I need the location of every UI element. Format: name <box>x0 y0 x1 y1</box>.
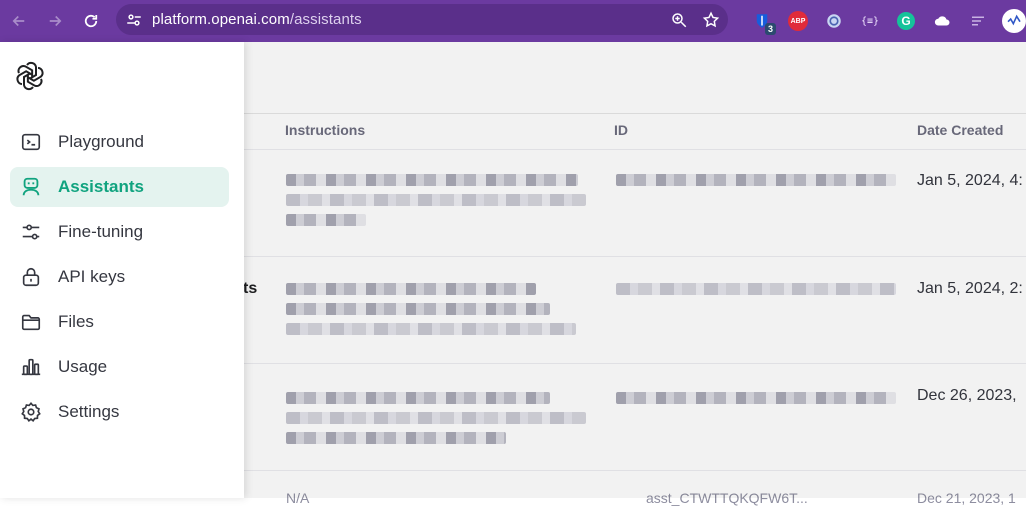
cloud-extension-icon[interactable] <box>924 0 960 42</box>
redacted-id <box>616 283 896 295</box>
sidebar-item-label: Usage <box>58 357 108 376</box>
redacted-id <box>616 392 896 404</box>
circle-extension-icon[interactable] <box>816 0 852 42</box>
url-path: /assistants <box>289 11 362 28</box>
redacted-instructions <box>286 283 576 335</box>
json-extension-icon[interactable]: {≡} <box>852 0 888 42</box>
grammarly-icon[interactable]: G <box>888 0 924 42</box>
reload-button[interactable] <box>76 6 106 36</box>
sidebar-item-label: Assistants <box>58 177 144 196</box>
bitwarden-icon[interactable]: 3 <box>744 0 780 42</box>
url-host: platform.openai.com <box>152 11 290 28</box>
sidebar-item-label: API keys <box>58 267 126 286</box>
column-header-instructions[interactable]: Instructions <box>285 122 365 138</box>
sidebar-item-label: Files <box>58 312 94 331</box>
sidebar-item-assistants[interactable]: Assistants <box>10 167 229 207</box>
forward-button[interactable] <box>40 6 70 36</box>
sidebar-item-label: Settings <box>58 402 120 421</box>
redacted-instructions <box>286 174 586 226</box>
url-text: platform.openai.com/assistants <box>152 11 362 28</box>
json-extension-label: {≡} <box>860 15 880 27</box>
sidebar-item-settings[interactable]: Settings <box>10 392 229 432</box>
column-header-date[interactable]: Date Created <box>917 122 1003 138</box>
instructions-cell: N/A <box>286 490 310 506</box>
bitwarden-badge: 3 <box>764 23 776 35</box>
robot-icon <box>20 176 42 198</box>
date-cell: Jan 5, 2024, 2: <box>917 280 1023 297</box>
back-button[interactable] <box>4 6 34 36</box>
adblock-label: ABP <box>788 11 808 31</box>
adblock-icon[interactable]: ABP <box>780 0 816 42</box>
header-divider <box>244 113 1026 114</box>
terminal-icon <box>20 131 42 153</box>
reload-icon <box>84 14 98 28</box>
sidebar-item-playground[interactable]: Playground <box>10 122 229 162</box>
grammarly-label: G <box>897 12 915 30</box>
lock-icon <box>20 266 42 288</box>
row-divider <box>244 363 1026 364</box>
redacted-instructions <box>286 392 586 444</box>
sidebar-item-api-keys[interactable]: API keys <box>10 257 229 297</box>
openai-logo-icon[interactable] <box>14 60 46 92</box>
sidebar: Playground Assistants Fine-tuning API ke… <box>0 42 244 498</box>
date-cell: Dec 26, 2023, <box>917 387 1017 404</box>
column-header-id[interactable]: ID <box>614 122 628 138</box>
list-extension-icon[interactable] <box>960 0 996 42</box>
redacted-id <box>616 174 896 186</box>
row-divider <box>244 149 1026 150</box>
sidebar-nav: Playground Assistants Fine-tuning API ke… <box>10 122 229 437</box>
sidebar-item-fine-tuning[interactable]: Fine-tuning <box>10 212 229 252</box>
arrow-left-icon <box>12 15 25 27</box>
arrow-right-icon <box>49 15 62 27</box>
bar-chart-icon <box>20 356 42 378</box>
browser-toolbar: platform.openai.com/assistants 3 ABP {≡}… <box>0 0 1026 42</box>
date-cell: Jan 5, 2024, 4: <box>917 172 1023 189</box>
gear-icon <box>20 401 42 423</box>
zoom-icon[interactable] <box>670 11 688 29</box>
date-cell: Dec 21, 2023, 1 <box>917 490 1016 506</box>
extensions-bar: 3 ABP {≡} G <box>744 0 1026 42</box>
id-cell: asst_CTWTTQKQFW6T... <box>646 490 808 506</box>
row-divider <box>244 256 1026 257</box>
site-settings-icon[interactable] <box>119 5 149 35</box>
sidebar-item-files[interactable]: Files <box>10 302 229 342</box>
assistant-name-fragment: ts <box>243 280 258 297</box>
profile-avatar-icon[interactable] <box>996 0 1026 42</box>
sidebar-item-label: Fine-tuning <box>58 222 144 241</box>
sidebar-item-label: Playground <box>58 132 145 151</box>
row-divider <box>244 470 1026 471</box>
bookmark-star-icon[interactable] <box>702 11 720 29</box>
sliders-icon <box>20 221 42 243</box>
address-bar[interactable]: platform.openai.com/assistants <box>116 4 728 35</box>
sidebar-item-usage[interactable]: Usage <box>10 347 229 387</box>
folder-icon <box>20 311 42 333</box>
